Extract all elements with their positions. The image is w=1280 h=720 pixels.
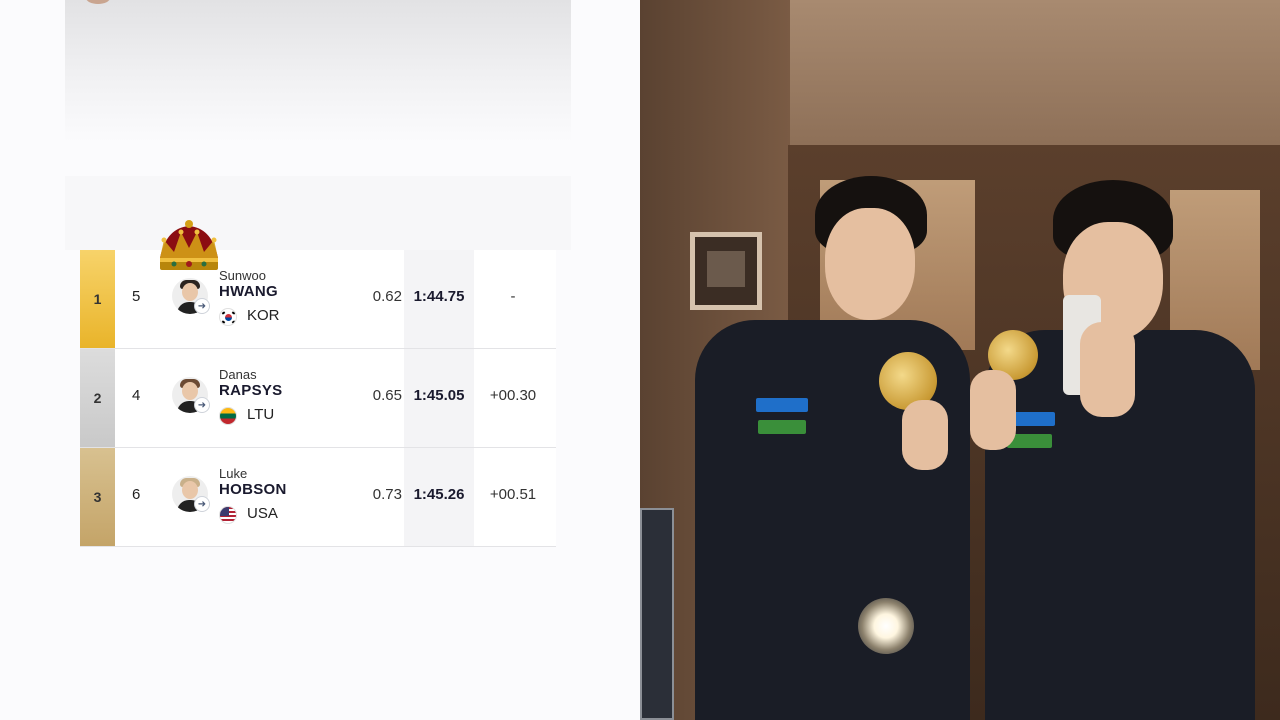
table-row[interactable]: 2 4 ➜ Danas RAPSYS LTU 0.65 1:45.05 +00.… (80, 349, 556, 448)
person-hand (1080, 322, 1135, 417)
results-panel: 1 5 ➜ Sunwoo HWANG KOR 0.62 1:44.75 - 2 (0, 0, 640, 720)
crown-icon (160, 220, 218, 270)
flag-icon (219, 506, 237, 524)
finish-time: 1:45.05 (413, 387, 465, 404)
rank-badge: 3 (80, 448, 115, 546)
athlete-first-name: Danas (219, 367, 257, 382)
reaction-time: 0.65 (372, 387, 402, 404)
athlete-last-name[interactable]: HOBSON (219, 481, 287, 498)
arrow-right-icon[interactable]: ➜ (194, 496, 210, 512)
country-code: USA (247, 505, 278, 522)
sponsor-badge (758, 420, 806, 434)
header-card (65, 176, 571, 250)
camera-flash (858, 598, 914, 654)
person-hand (970, 370, 1016, 450)
country-code: KOR (247, 307, 280, 324)
lane-number: 4 (132, 387, 141, 404)
arrow-right-icon[interactable]: ➜ (194, 397, 210, 413)
reaction-time: 0.73 (372, 486, 402, 503)
photo-image (640, 0, 1280, 720)
rank-badge: 2 (80, 349, 115, 447)
finish-time: 1:45.26 (413, 486, 465, 503)
flag-icon (219, 308, 237, 326)
person-face (825, 208, 915, 320)
time-difference: +00.51 (489, 486, 537, 503)
lane-number: 5 (132, 288, 141, 305)
athlete-first-name: Luke (219, 466, 248, 481)
rank-badge: 1 (80, 250, 115, 348)
athlete-first-name: Sunwoo (219, 268, 266, 283)
athlete-last-name[interactable]: HWANG (219, 283, 278, 300)
person-hand (902, 400, 948, 470)
door (640, 508, 674, 720)
lane-number: 6 (132, 486, 141, 503)
time-difference: +00.30 (489, 387, 537, 404)
reaction-time: 0.62 (372, 288, 402, 305)
athlete-last-name[interactable]: RAPSYS (219, 382, 283, 399)
sponsor-badge (756, 398, 808, 412)
table-row[interactable]: 1 5 ➜ Sunwoo HWANG KOR 0.62 1:44.75 - (80, 250, 556, 349)
top-card (65, 0, 571, 142)
results-table: 1 5 ➜ Sunwoo HWANG KOR 0.62 1:44.75 - 2 (80, 250, 556, 547)
time-difference: - (510, 288, 516, 305)
wall-picture (690, 232, 762, 310)
arrow-right-icon[interactable]: ➜ (194, 298, 210, 314)
table-row[interactable]: 3 6 ➜ Luke HOBSON USA 0.73 1:45.26 +00.5… (80, 448, 556, 547)
country-code: LTU (247, 406, 275, 423)
flag-icon (219, 407, 237, 425)
finish-time: 1:44.75 (413, 288, 465, 305)
